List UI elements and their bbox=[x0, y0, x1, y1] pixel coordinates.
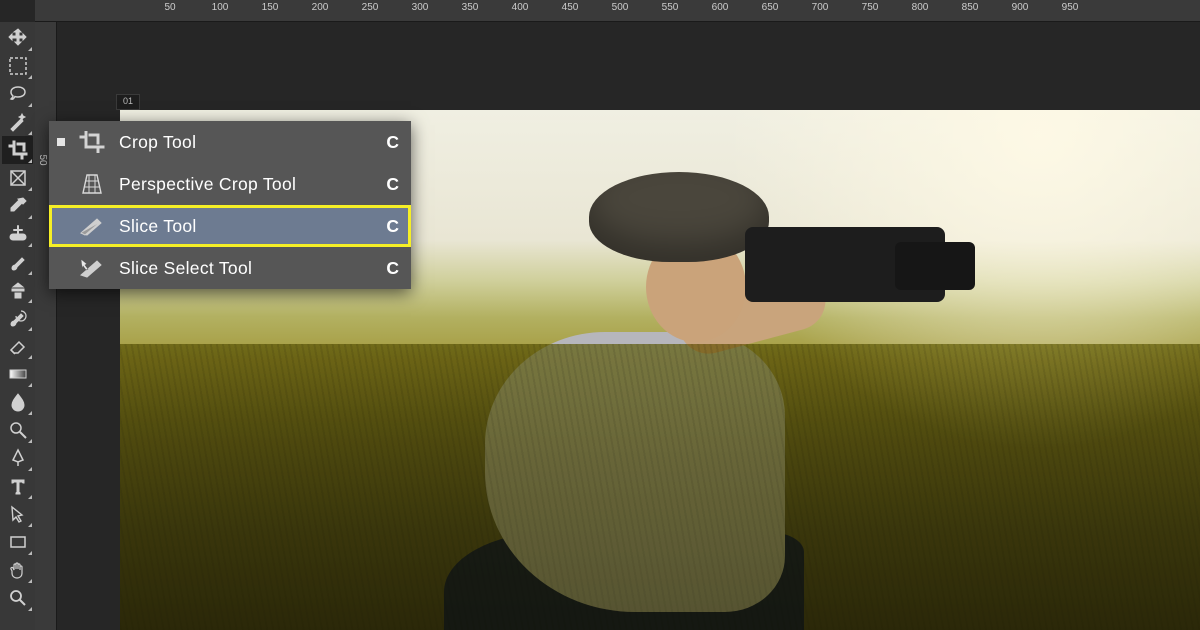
healing-brush-tool[interactable] bbox=[2, 220, 33, 248]
ruler-tick: 650 bbox=[762, 2, 779, 13]
photo-subject bbox=[444, 172, 962, 630]
magic-wand-tool[interactable] bbox=[2, 108, 33, 136]
ruler-tick: 250 bbox=[362, 2, 379, 13]
ruler-tick: 900 bbox=[1012, 2, 1029, 13]
ruler-tick: 200 bbox=[312, 2, 329, 13]
flyout-indicator-icon bbox=[28, 299, 32, 303]
brush-tool[interactable] bbox=[2, 248, 33, 276]
flyout-indicator-icon bbox=[28, 47, 32, 51]
flyout-indicator-icon bbox=[28, 411, 32, 415]
flyout-indicator-icon bbox=[28, 131, 32, 135]
ruler-tick: 500 bbox=[612, 2, 629, 13]
ruler-tick: 50 bbox=[37, 154, 48, 165]
crop-icon bbox=[79, 131, 105, 153]
ruler-tick: 100 bbox=[212, 2, 229, 13]
lasso-tool[interactable] bbox=[2, 80, 33, 108]
flyout-item-slice-tool[interactable]: Slice Tool C bbox=[49, 205, 411, 247]
ruler-tick: 400 bbox=[512, 2, 529, 13]
flyout-indicator-icon bbox=[28, 103, 32, 107]
blur-tool[interactable] bbox=[2, 388, 33, 416]
pen-tool[interactable] bbox=[2, 444, 33, 472]
flyout-item-label: Slice Tool bbox=[119, 216, 363, 237]
ruler-tick: 950 bbox=[1062, 2, 1079, 13]
crop-tool-flyout: Crop ToolCPerspective Crop ToolCSlice To… bbox=[49, 121, 411, 289]
ruler-tick: 300 bbox=[412, 2, 429, 13]
flyout-item-shortcut: C bbox=[377, 174, 399, 195]
ruler-tick: 50 bbox=[164, 2, 175, 13]
vertical-ruler[interactable]: 50 bbox=[35, 22, 57, 630]
flyout-indicator-icon bbox=[28, 75, 32, 79]
flyout-indicator-icon bbox=[28, 271, 32, 275]
ruler-tick: 350 bbox=[462, 2, 479, 13]
marquee-tool[interactable] bbox=[2, 52, 33, 80]
ruler-tick: 800 bbox=[912, 2, 929, 13]
flyout-indicator-icon bbox=[28, 607, 32, 611]
gradient-tool[interactable] bbox=[2, 360, 33, 388]
flyout-indicator-icon bbox=[28, 495, 32, 499]
perspective-crop-icon bbox=[79, 173, 105, 195]
ruler-tick: 150 bbox=[262, 2, 279, 13]
crop-tool[interactable] bbox=[2, 136, 33, 164]
frame-tool[interactable] bbox=[2, 164, 33, 192]
flyout-item-shortcut: C bbox=[377, 216, 399, 237]
flyout-indicator-icon bbox=[28, 159, 32, 163]
flyout-indicator-icon bbox=[28, 467, 32, 471]
dodge-tool[interactable] bbox=[2, 416, 33, 444]
eraser-tool[interactable] bbox=[2, 332, 33, 360]
tools-panel bbox=[0, 22, 35, 630]
flyout-indicator-icon bbox=[28, 579, 32, 583]
flyout-indicator-icon bbox=[28, 551, 32, 555]
slice-select-icon bbox=[79, 257, 105, 279]
rectangle-shape-tool[interactable] bbox=[2, 528, 33, 556]
horizontal-ruler[interactable]: 50 100 150 200 250 300 350 400 450 500 550 600 650 70… bbox=[35, 0, 1200, 22]
active-tool-dot-icon bbox=[57, 138, 65, 146]
hand-tool[interactable] bbox=[2, 556, 33, 584]
flyout-indicator-icon bbox=[28, 187, 32, 191]
ruler-tick: 550 bbox=[662, 2, 679, 13]
flyout-item-slice-select-tool[interactable]: Slice Select Tool C bbox=[49, 247, 411, 289]
zoom-tool[interactable] bbox=[2, 584, 33, 612]
flyout-indicator-icon bbox=[28, 355, 32, 359]
ruler-tick: 700 bbox=[812, 2, 829, 13]
ruler-tick: 850 bbox=[962, 2, 979, 13]
flyout-item-label: Crop Tool bbox=[119, 132, 363, 153]
ruler-tick: 750 bbox=[862, 2, 879, 13]
move-tool[interactable] bbox=[2, 24, 33, 52]
flyout-item-shortcut: C bbox=[377, 132, 399, 153]
slice-icon bbox=[79, 215, 105, 237]
flyout-indicator-icon bbox=[28, 439, 32, 443]
flyout-item-label: Slice Select Tool bbox=[119, 258, 363, 279]
path-select-tool[interactable] bbox=[2, 500, 33, 528]
flyout-item-crop-tool[interactable]: Crop Tool C bbox=[49, 121, 411, 163]
history-brush-tool[interactable] bbox=[2, 304, 33, 332]
flyout-indicator-icon bbox=[28, 523, 32, 527]
flyout-item-shortcut: C bbox=[377, 258, 399, 279]
flyout-indicator-icon bbox=[28, 383, 32, 387]
slice-indicator: 01 bbox=[116, 94, 140, 110]
clone-stamp-tool[interactable] bbox=[2, 276, 33, 304]
ruler-tick: 600 bbox=[712, 2, 729, 13]
flyout-indicator-icon bbox=[28, 243, 32, 247]
flyout-indicator-icon bbox=[28, 215, 32, 219]
ruler-tick: 450 bbox=[562, 2, 579, 13]
flyout-item-label: Perspective Crop Tool bbox=[119, 174, 363, 195]
flyout-item-perspective-crop-tool[interactable]: Perspective Crop Tool C bbox=[49, 163, 411, 205]
flyout-indicator-icon bbox=[28, 327, 32, 331]
eyedropper-tool[interactable] bbox=[2, 192, 33, 220]
type-tool[interactable] bbox=[2, 472, 33, 500]
